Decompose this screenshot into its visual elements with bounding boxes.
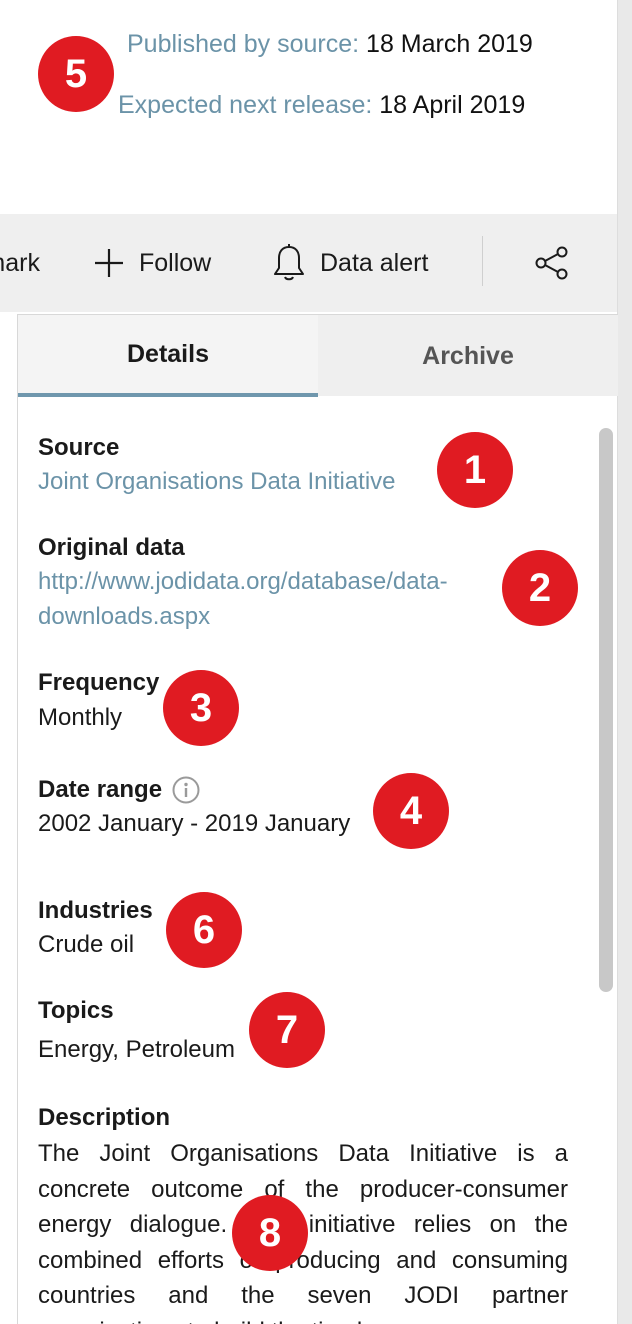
annotation-badge-4: 4 [373, 773, 449, 849]
annotation-badge-6: 6 [166, 892, 242, 968]
date-range-label: Date range [38, 776, 163, 803]
original-data-link-line1: http://www.jodidata.org/database/data- [38, 568, 448, 595]
next-release-value: 18 April 2019 [379, 91, 526, 119]
industries-value: Crude oil [38, 931, 135, 958]
frequency-value: Monthly [38, 704, 123, 731]
source-label: Source [38, 434, 120, 461]
next-release-label: Expected next release: [118, 91, 373, 119]
original-data-link[interactable]: http://www.jodidata.org/database/data- d… [38, 564, 448, 634]
window-edge [617, 0, 632, 1324]
published-by-source: Published by source: 18 March 2019 [127, 30, 533, 59]
topics-label: Topics [38, 997, 114, 1024]
share-icon [534, 245, 570, 281]
follow-button[interactable]: Follow [93, 214, 211, 312]
annotation-badge-5: 5 [38, 36, 114, 112]
date-range-value: 2002 January - 2019 January [38, 810, 351, 837]
expected-next-release: Expected next release: 18 April 2019 [118, 91, 525, 120]
info-icon[interactable] [172, 776, 200, 804]
description-label: Description [38, 1104, 171, 1131]
data-alert-label: Data alert [320, 248, 429, 277]
bookmark-label: Bookmark [0, 248, 40, 277]
action-bar: Bookmark Follow Data alert [0, 214, 617, 312]
share-button[interactable] [534, 214, 570, 312]
panel-scrollbar[interactable] [599, 428, 613, 992]
annotation-badge-3: 3 [163, 670, 239, 746]
tab-archive[interactable]: Archive [318, 315, 618, 397]
industries-label: Industries [38, 897, 153, 924]
annotation-badge-8: 8 [232, 1195, 308, 1271]
published-label: Published by source: [127, 30, 360, 58]
topics-value: Energy, Petroleum [38, 1036, 235, 1063]
original-data-link-line2: downloads.aspx [38, 603, 211, 630]
data-alert-button[interactable]: Data alert [272, 214, 428, 312]
bookmark-button[interactable]: Bookmark [0, 214, 40, 312]
bell-icon [272, 243, 306, 283]
panel-tabs: Details Archive [18, 314, 618, 397]
annotation-badge-1: 1 [437, 432, 513, 508]
plus-icon [93, 247, 125, 279]
frequency-label: Frequency [38, 669, 160, 696]
follow-label: Follow [139, 248, 212, 277]
source-link[interactable]: Joint Organisations Data Initiative [38, 464, 396, 499]
published-value: 18 March 2019 [366, 30, 533, 58]
original-data-label: Original data [38, 534, 185, 561]
annotation-badge-2: 2 [502, 550, 578, 626]
annotation-badge-7: 7 [249, 992, 325, 1068]
action-divider [482, 236, 483, 286]
tab-details[interactable]: Details [18, 315, 318, 397]
